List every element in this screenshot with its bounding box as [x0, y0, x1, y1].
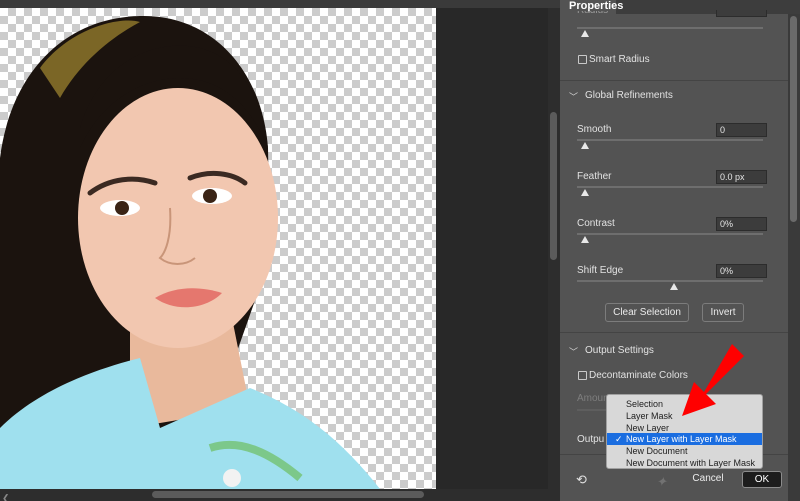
- feather-slider-knob[interactable]: [581, 189, 589, 196]
- section-divider: [560, 332, 788, 333]
- shift-edge-slider-knob[interactable]: [670, 283, 678, 290]
- invert-button[interactable]: Invert: [702, 303, 744, 322]
- global-refinements-title[interactable]: Global Refinements: [585, 90, 673, 101]
- radius-slider-track[interactable]: [577, 27, 763, 29]
- panel-scrollbar[interactable]: [790, 16, 797, 222]
- chevron-down-icon[interactable]: ﹀: [569, 90, 578, 103]
- ok-button[interactable]: OK: [742, 471, 782, 488]
- document-canvas[interactable]: ❮: [0, 0, 560, 501]
- shift-edge-field[interactable]: 0%: [716, 264, 767, 278]
- section-divider: [560, 80, 788, 81]
- feather-slider-track[interactable]: [577, 186, 763, 188]
- feather-field[interactable]: 0.0 px: [716, 170, 767, 184]
- woman-portrait-illustration: [0, 15, 380, 489]
- decontaminate-colors-checkbox[interactable]: [578, 371, 587, 380]
- menu-item-new-layer-with-layer-mask[interactable]: ✓ New Layer with Layer Mask: [607, 433, 762, 445]
- canvas-horizontal-scrollbar[interactable]: [152, 491, 424, 498]
- smooth-slider-track[interactable]: [577, 139, 763, 141]
- canvas-vertical-scrollbar[interactable]: [550, 112, 557, 260]
- portrait-image: [0, 8, 436, 489]
- menu-item-label: New Layer with Layer Mask: [626, 434, 737, 444]
- output-to-label: Output To: [577, 434, 604, 445]
- checkmark-icon: ✓: [615, 434, 623, 444]
- feather-label: Feather: [577, 171, 612, 182]
- radius-label: Radius: [577, 11, 608, 15]
- smart-radius-checkbox[interactable]: [578, 55, 587, 64]
- cancel-button[interactable]: Cancel: [680, 471, 736, 486]
- red-arrow-icon: [682, 344, 744, 416]
- clear-selection-button[interactable]: Clear Selection: [605, 303, 689, 322]
- menu-item-new-document[interactable]: New Document: [607, 445, 762, 457]
- contrast-field[interactable]: 0%: [716, 217, 767, 231]
- contrast-slider-track[interactable]: [577, 233, 763, 235]
- scroll-left-icon[interactable]: ❮: [2, 493, 10, 501]
- contrast-slider-knob[interactable]: [581, 236, 589, 243]
- contrast-label: Contrast: [577, 218, 615, 229]
- radius-field[interactable]: [716, 10, 767, 17]
- chevron-down-icon[interactable]: ﹀: [569, 345, 578, 358]
- smooth-slider-knob[interactable]: [581, 142, 589, 149]
- smooth-label: Smooth: [577, 124, 612, 135]
- menu-item-new-document-with-layer-mask[interactable]: New Document with Layer Mask: [607, 457, 762, 469]
- shift-edge-label: Shift Edge: [577, 265, 624, 276]
- smooth-field[interactable]: 0: [716, 123, 767, 137]
- radius-slider-knob[interactable]: [581, 30, 589, 37]
- reset-icon[interactable]: ⟲: [576, 472, 587, 488]
- output-settings-title[interactable]: Output Settings: [585, 345, 654, 356]
- amount-slider-track: [577, 409, 607, 411]
- smart-radius-label: Smart Radius: [589, 54, 650, 65]
- watermark: ✦: [656, 474, 667, 489]
- canvas-top-strip: [0, 0, 560, 8]
- shift-edge-slider-track[interactable]: [577, 280, 763, 282]
